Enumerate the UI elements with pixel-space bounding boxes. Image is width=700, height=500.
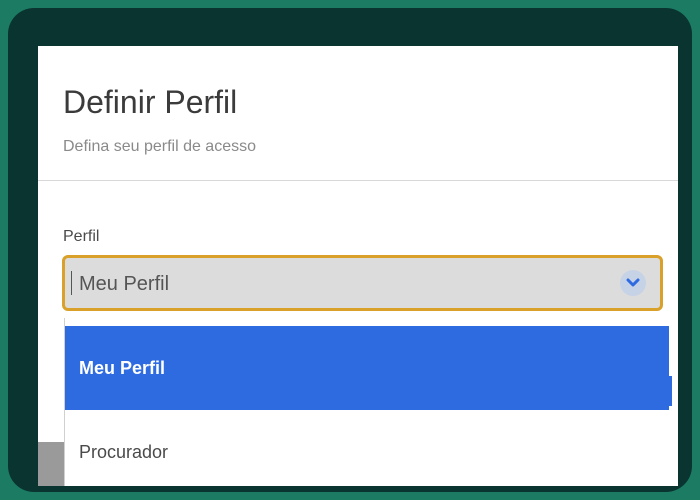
page-title: Definir Perfil (63, 84, 238, 120)
profile-select-value: Meu Perfil (79, 273, 170, 295)
profile-modal: Definir Perfil Defina seu perfil de aces… (38, 46, 678, 486)
profile-field-label: Perfil (63, 228, 100, 245)
text-caret (71, 271, 72, 295)
dropdown-scrollbar[interactable] (668, 376, 672, 406)
modal-header: Definir Perfil Defina seu perfil de aces… (38, 46, 678, 181)
profile-dropdown-list: Meu Perfil Procurador (64, 318, 669, 486)
device-frame: Definir Perfil Defina seu perfil de aces… (8, 8, 692, 492)
dropdown-option-meu-perfil[interactable]: Meu Perfil (65, 326, 669, 410)
backdrop-overlay (38, 442, 64, 486)
chevron-down-icon[interactable] (620, 270, 646, 296)
page-subtitle: Defina seu perfil de acesso (63, 138, 256, 155)
profile-select[interactable]: Meu Perfil (62, 255, 663, 311)
dropdown-option-procurador[interactable]: Procurador (65, 410, 669, 486)
